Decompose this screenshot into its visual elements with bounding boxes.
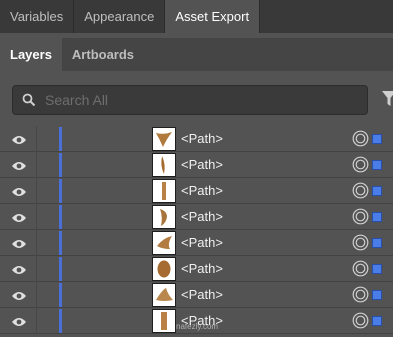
path-thumbnail [152, 179, 176, 203]
target-icon[interactable] [352, 208, 369, 230]
path-thumbnail [152, 283, 176, 307]
eye-icon[interactable] [11, 237, 27, 255]
filter-icon[interactable] [382, 91, 393, 112]
path-thumbnail [152, 257, 176, 281]
layer-color-bar [59, 205, 62, 229]
search-icon [13, 86, 45, 114]
layer-name[interactable]: <Path> [181, 287, 223, 302]
layer-color-bar [59, 283, 62, 307]
layer-name[interactable]: <Path> [181, 131, 223, 146]
layer-name[interactable]: <Path> [181, 209, 223, 224]
eye-icon[interactable] [11, 263, 27, 281]
path-thumbnail [152, 231, 176, 255]
target-icon[interactable] [352, 182, 369, 204]
tab-asset-export[interactable]: Asset Export [165, 0, 261, 33]
layer-row[interactable]: <Path> [0, 126, 393, 152]
layer-row[interactable]: <Path> [0, 152, 393, 178]
column-divider [36, 308, 37, 334]
search-input[interactable] [45, 87, 345, 113]
selection-indicator[interactable] [372, 316, 382, 326]
layer-color-bar [59, 179, 62, 203]
layers-subtab-bar: Layers Artboards [0, 38, 393, 71]
layer-name[interactable]: <Path> [181, 183, 223, 198]
eye-icon[interactable] [11, 185, 27, 203]
path-thumbnail [152, 153, 176, 177]
eye-icon[interactable] [11, 289, 27, 307]
column-divider [36, 256, 37, 282]
target-icon[interactable] [352, 286, 369, 308]
selection-indicator[interactable] [372, 290, 382, 300]
layer-color-bar [59, 231, 62, 255]
layer-name[interactable]: <Path> [181, 157, 223, 172]
column-divider [36, 204, 37, 230]
subtab-layers[interactable]: Layers [0, 38, 62, 71]
layer-name[interactable]: <Path> [181, 261, 223, 276]
selection-indicator[interactable] [372, 238, 382, 248]
layer-color-bar [59, 309, 62, 333]
selection-indicator[interactable] [372, 186, 382, 196]
layer-color-bar [59, 127, 62, 151]
layer-color-bar [59, 153, 62, 177]
path-thumbnail [152, 127, 176, 151]
path-thumbnail [152, 205, 176, 229]
eye-icon[interactable] [11, 159, 27, 177]
eye-icon[interactable] [11, 315, 27, 333]
column-divider [36, 230, 37, 256]
column-divider [36, 282, 37, 308]
subtab-artboards[interactable]: Artboards [62, 38, 144, 71]
layer-color-bar [59, 257, 62, 281]
selection-indicator[interactable] [372, 160, 382, 170]
layers-list: <Path> <Path> <Path> <Path> <Path> <Path… [0, 126, 393, 337]
layer-row[interactable]: <Path> [0, 256, 393, 282]
target-icon[interactable] [352, 130, 369, 152]
eye-icon[interactable] [11, 133, 27, 151]
layer-row[interactable]: <Path> [0, 204, 393, 230]
watermark-text: nafezly.com [176, 322, 219, 331]
target-icon[interactable] [352, 260, 369, 282]
column-divider [36, 126, 37, 152]
tab-appearance[interactable]: Appearance [74, 0, 166, 33]
selection-indicator[interactable] [372, 212, 382, 222]
layer-row[interactable]: <Path> [0, 178, 393, 204]
layer-row[interactable]: <Path> [0, 230, 393, 256]
column-divider [36, 178, 37, 204]
selection-indicator[interactable] [372, 264, 382, 274]
selection-indicator[interactable] [372, 134, 382, 144]
eye-icon[interactable] [11, 211, 27, 229]
column-divider [36, 152, 37, 178]
target-icon[interactable] [352, 156, 369, 178]
search-box [12, 85, 368, 115]
layer-name[interactable]: <Path> [181, 235, 223, 250]
panel-tab-bar: Variables Appearance Asset Export [0, 0, 393, 33]
target-icon[interactable] [352, 312, 369, 334]
layer-row[interactable]: <Path> [0, 282, 393, 308]
tab-variables[interactable]: Variables [0, 0, 75, 33]
path-thumbnail [152, 309, 176, 333]
target-icon[interactable] [352, 234, 369, 256]
